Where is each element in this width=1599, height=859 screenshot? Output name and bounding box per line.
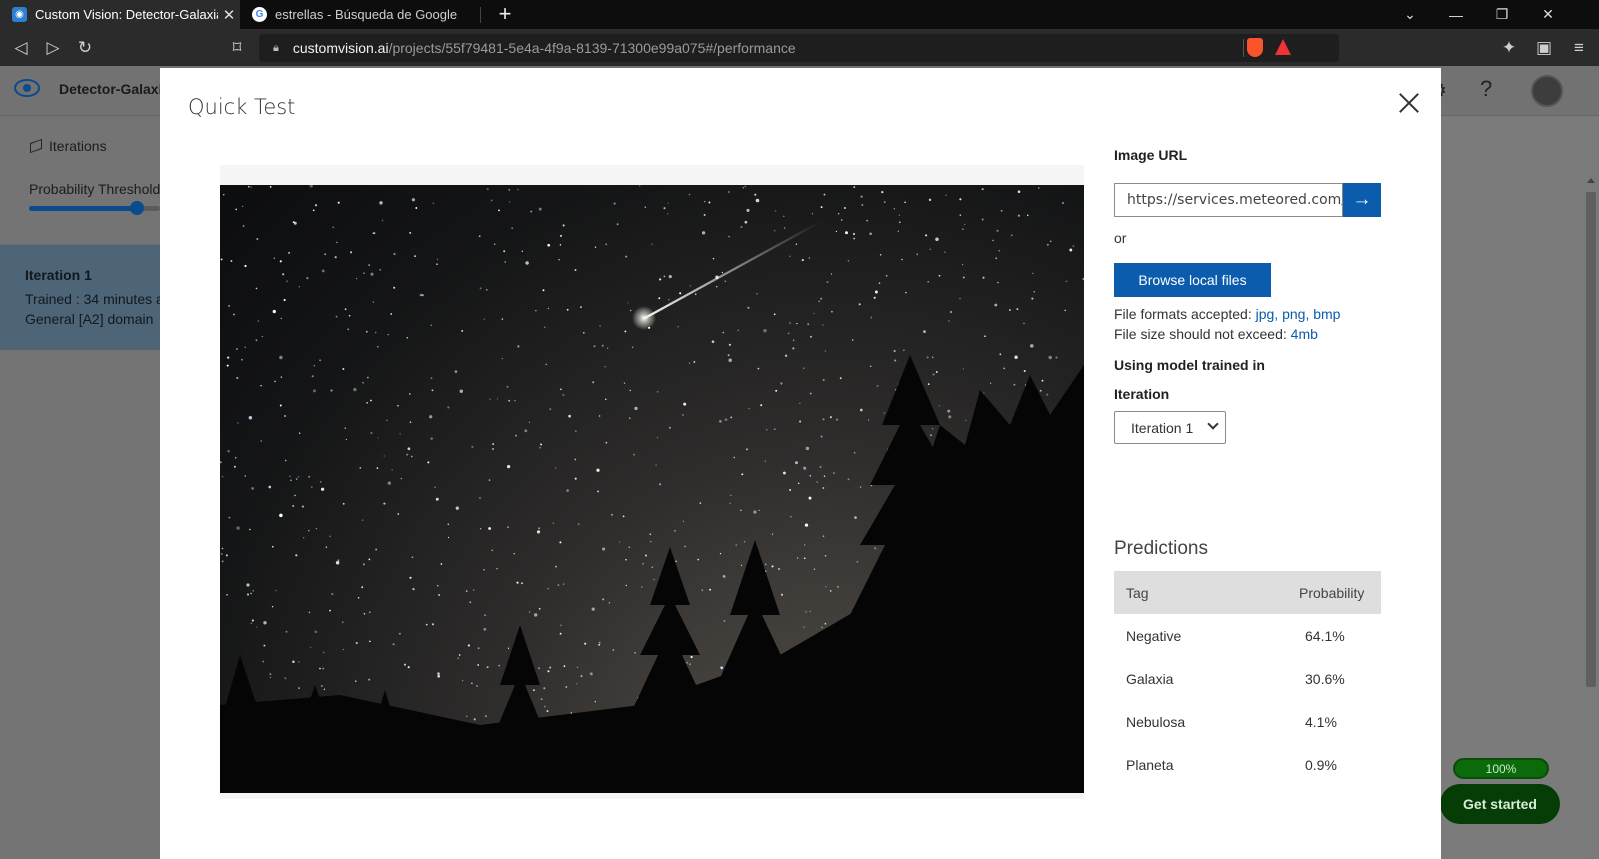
sidebar: Iterations Probability Threshold Iterati… [0,116,179,859]
table-row: Galaxia 30.6% [1114,657,1381,700]
tab-title: estrellas - Búsqueda de Google [275,7,458,22]
predictions-header-row: Tag Probability [1114,571,1381,614]
prediction-tag: Planeta [1126,756,1174,773]
or-label: or [1114,230,1127,246]
progress-indicator: 100% [1453,758,1549,779]
tab-close-icon[interactable]: ✕ [218,6,240,24]
image-url-input[interactable]: https://services.meteored.com/img/ [1114,183,1343,217]
chevron-down-icon [1207,418,1219,430]
browser-tab-bar: ◉ Custom Vision: Detector-Galaxias ✕ G e… [0,0,1599,29]
google-favicon-icon: G [252,7,267,22]
quick-test-modal: Quick Test Image URL https://services.me… [160,68,1441,859]
page-scrollbar[interactable] [1583,174,1599,859]
predictions-table: Tag Probability Negative 64.1% Galaxia 3… [1114,571,1381,786]
minimize-button[interactable]: — [1433,0,1479,29]
layers-icon [30,138,42,154]
restore-button[interactable]: ❐ [1479,0,1525,29]
file-size-value: 4mb [1290,326,1318,342]
image-url-label: Image URL [1114,147,1188,163]
extensions-icon[interactable]: ✦ [1496,35,1522,61]
file-formats-info: File formats accepted: jpg, png, bmp [1114,306,1340,322]
iteration-card-domain: General [A2] domain [25,311,154,327]
menu-icon[interactable]: ≡ [1566,35,1592,61]
new-tab-button[interactable]: + [494,3,516,25]
probability-threshold-label: Probability Threshold [29,181,161,197]
file-size-label: File size should not exceed: [1114,326,1291,342]
iteration-label: Iteration [1114,386,1170,402]
prediction-probability: 0.9% [1305,756,1337,773]
prediction-probability: 4.1% [1305,713,1337,730]
tab-search-chevron-icon[interactable]: ⌄ [1387,0,1433,29]
iteration-card[interactable]: Iteration 1 Trained : 34 minutes ago Gen… [0,244,179,350]
meteor-head [632,306,656,330]
back-icon[interactable]: ◁ [8,35,34,61]
address-bar[interactable]: 🔒︎ customvision.ai/projects/55f79481-5e4… [259,34,1339,62]
window-close-button[interactable]: ✕ [1525,0,1571,29]
brave-shields-icon[interactable] [1247,38,1263,57]
brave-rewards-icon[interactable] [1275,39,1291,55]
get-started-button[interactable]: Get started [1440,784,1560,824]
meteor-trail [644,221,821,319]
iteration-card-name: Iteration 1 [25,267,92,283]
file-formats-value: jpg, png, bmp [1255,306,1341,322]
prediction-tag: Negative [1126,627,1182,644]
test-image-frame [220,165,1084,799]
night-sky-picture [220,185,1084,793]
tree-silhouettes [220,355,1084,793]
lock-icon: 🔒︎ [273,41,279,54]
predictions-title: Predictions [1114,538,1208,559]
table-row: Planeta 0.9% [1114,743,1381,786]
browser-tab-custom-vision[interactable]: ◉ Custom Vision: Detector-Galaxias ✕ [0,0,240,29]
progress-label: 100% [1485,761,1517,776]
table-row: Negative 64.1% [1114,614,1381,657]
prediction-probability: 64.1% [1305,627,1345,644]
help-icon[interactable]: ? [1480,76,1492,102]
iterations-header: Iterations [30,138,107,154]
url-path: /projects/55f79481-5e4a-4f9a-8139-71300e… [388,40,796,56]
file-size-info: File size should not exceed: 4mb [1114,326,1318,342]
submit-url-button[interactable]: → [1343,183,1381,217]
iteration-select-value: Iteration 1 [1131,419,1194,436]
file-formats-label: File formats accepted: [1114,306,1256,322]
test-image-night-sky [220,185,1084,793]
scrollbar-thumb[interactable] [1586,192,1596,687]
url-divider [1243,39,1244,57]
browse-local-files-button[interactable]: Browse local files [1114,263,1271,297]
prediction-tag: Galaxia [1126,670,1174,687]
custom-vision-logo-icon[interactable] [14,79,40,97]
iteration-select[interactable]: Iteration 1 [1114,411,1226,444]
tab-divider [480,7,481,23]
avatar[interactable] [1531,75,1563,107]
modal-title: Quick Test [188,95,296,119]
arrow-right-icon: → [1352,189,1372,210]
model-trained-label: Using model trained in [1114,357,1265,373]
probability-column-header: Probability [1299,584,1365,601]
wallet-icon[interactable]: ▣ [1531,35,1557,61]
table-row: Nebulosa 4.1% [1114,700,1381,743]
threshold-slider-fill [29,206,137,211]
right-panel: Image URL https://services.meteored.com/… [1114,68,1414,859]
threshold-slider-handle[interactable] [130,201,144,215]
tag-column-header: Tag [1126,584,1149,601]
reload-icon[interactable]: ↻ [72,35,98,61]
url-host: customvision.ai [292,40,389,56]
prediction-tag: Nebulosa [1126,713,1186,730]
forward-icon[interactable]: ▷ [40,35,66,61]
browser-tab-google[interactable]: G estrellas - Búsqueda de Google [240,0,480,29]
prediction-probability: 30.6% [1305,670,1345,687]
scroll-up-icon[interactable] [1587,178,1595,183]
custom-vision-favicon-icon: ◉ [12,7,27,22]
iteration-card-trained: Trained : 34 minutes ago [25,291,180,307]
bookmark-icon[interactable]: ⌑ [224,35,250,61]
iterations-label: Iterations [49,138,107,154]
tab-title: Custom Vision: Detector-Galaxias [35,7,218,22]
